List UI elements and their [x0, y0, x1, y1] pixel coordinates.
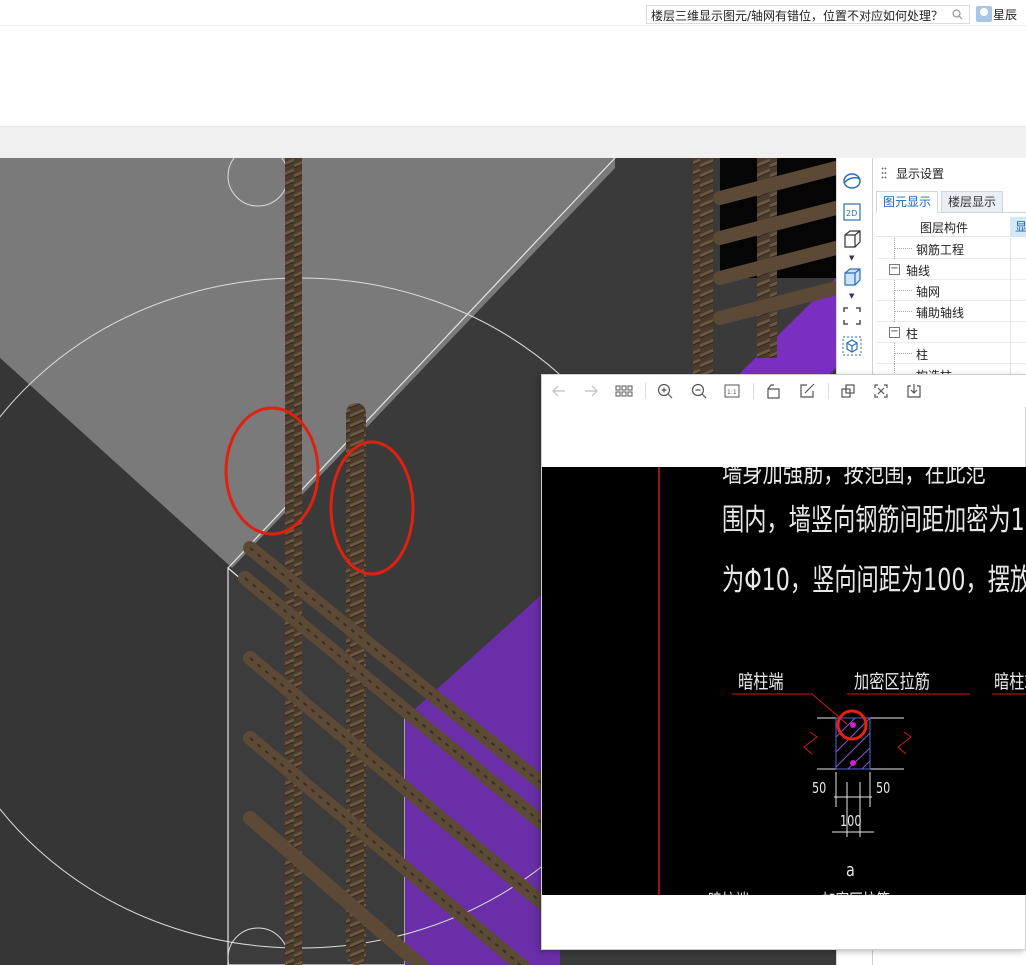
next-icon[interactable] — [582, 382, 600, 400]
cad-text-line-2: 为Φ10，竖向间距为100，摆放如下 — [722, 563, 1026, 598]
tree-column-divider — [1010, 322, 1011, 343]
cad-label-bottom-mid: 加密区拉筋 — [822, 886, 890, 895]
panel-tabs: 图元显示 楼层显示 — [876, 191, 1026, 213]
vertical-rebar-3 — [693, 158, 713, 388]
actual-size-label: 1:1 — [727, 389, 737, 396]
fit-icon[interactable] — [872, 382, 890, 400]
drag-grip-icon[interactable] — [881, 167, 887, 179]
view-2d-icon[interactable]: 2D — [841, 201, 863, 223]
cad-label-bottom-left: 暗柱端 — [708, 886, 749, 895]
tree-row[interactable]: 柱 — [876, 343, 1026, 364]
toolbar-strip — [0, 126, 1026, 158]
cad-label-right-end: 暗柱端 — [994, 671, 1026, 693]
app-window: 楼层三维显示图元/轴网有错位，位置不对应如何处理？ 星辰 2D ▼ ▼ 显示设置… — [0, 0, 1026, 965]
grid-icon[interactable] — [615, 382, 633, 400]
username[interactable]: 星辰 — [993, 6, 1017, 23]
tree-item-label: 柱 — [916, 348, 929, 362]
view-globe-icon[interactable] — [841, 170, 863, 192]
chevron-down-icon[interactable]: ▼ — [849, 254, 854, 262]
search-input[interactable]: 楼层三维显示图元/轴网有错位，位置不对应如何处理？ — [646, 5, 970, 24]
cad-text-line-0: 墙身加强筋，按范围，在此范 — [722, 467, 986, 489]
edit-icon[interactable] — [798, 382, 816, 400]
view-solid-box-icon[interactable] — [841, 266, 863, 288]
tree-header-display-column: 显 — [1010, 217, 1026, 237]
avatar[interactable] — [976, 6, 992, 22]
tree-item-label: 轴线 — [906, 264, 931, 278]
search-text: 楼层三维显示图元/轴网有错位，位置不对应如何处理？ — [651, 9, 944, 23]
tree-row[interactable]: − 柱 — [876, 322, 1026, 343]
tree-header-label: 图层构件 — [920, 221, 969, 235]
cad-dim-total: 100 — [840, 812, 862, 830]
tree-row[interactable]: 辅助轴线 — [876, 301, 1026, 322]
cad-dim-left: 50 — [812, 779, 827, 797]
cad-figure-label: a — [846, 860, 855, 881]
actual-size-icon[interactable]: 1:1 — [723, 382, 741, 400]
zoom-out-icon[interactable] — [690, 382, 708, 400]
tree-connector — [894, 353, 912, 354]
tree-row[interactable]: 轴网 — [876, 280, 1026, 301]
tree-column-divider — [1010, 343, 1011, 364]
view-2d-text: 2D — [846, 209, 857, 218]
collapse-icon[interactable]: − — [889, 264, 900, 275]
image-viewer-popup: 1:1 墙身加强筋，按范围，在此范 围内，墙竖向钢筋间距加密为1 为Φ10，竖向… — [541, 374, 1026, 950]
content-blank-area — [0, 26, 1026, 126]
tree-header: 图层构件 显 — [876, 217, 1026, 237]
tab-floor-display[interactable]: 楼层显示 — [941, 191, 1003, 213]
cad-drawing-image[interactable]: 墙身加强筋，按范围，在此范 围内，墙竖向钢筋间距加密为100；拉 为Φ10，竖向… — [542, 467, 1026, 895]
tree-item-label: 辅助轴线 — [916, 306, 965, 320]
tree-item-label: 钢筋工程 — [916, 243, 965, 257]
cad-label-mid: 加密区拉筋 — [854, 671, 931, 693]
prev-icon[interactable] — [550, 382, 568, 400]
viewer-toolbar: 1:1 — [542, 375, 1026, 407]
rotate-icon[interactable] — [764, 382, 782, 400]
chevron-down-icon[interactable]: ▼ — [849, 292, 854, 300]
download-icon[interactable] — [905, 382, 923, 400]
tree-item-label: 轴网 — [916, 285, 941, 299]
tree-column-divider — [1010, 280, 1011, 301]
zoom-in-icon[interactable] — [656, 382, 674, 400]
search-icon[interactable] — [952, 9, 963, 20]
cad-dim-right: 50 — [876, 779, 891, 797]
tree-connector — [894, 248, 912, 249]
tab-element-display[interactable]: 图元显示 — [876, 191, 938, 213]
3d-cube-icon[interactable] — [841, 335, 863, 357]
tree-column-divider — [1010, 259, 1011, 280]
view-box-icon[interactable] — [841, 228, 863, 250]
tree-row[interactable]: − 轴线 — [876, 259, 1026, 280]
collapse-icon[interactable]: − — [889, 327, 900, 338]
tree-connector — [894, 290, 912, 291]
cad-text-line-1: 围内，墙竖向钢筋间距加密为100；拉 — [722, 503, 1026, 538]
copy-icon[interactable] — [839, 382, 857, 400]
select-region-icon[interactable] — [841, 305, 863, 327]
tree-item-label: 柱 — [906, 327, 919, 341]
tree-column-divider — [1010, 238, 1011, 259]
tree-column-divider — [1010, 301, 1011, 322]
top-bar: 楼层三维显示图元/轴网有错位，位置不对应如何处理？ 星辰 — [0, 0, 1026, 26]
cad-label-left-end: 暗柱端 — [738, 671, 784, 693]
panel-title: 显示设置 — [896, 167, 945, 181]
tree-connector — [894, 311, 912, 312]
tree-row[interactable]: 钢筋工程 — [876, 238, 1026, 259]
